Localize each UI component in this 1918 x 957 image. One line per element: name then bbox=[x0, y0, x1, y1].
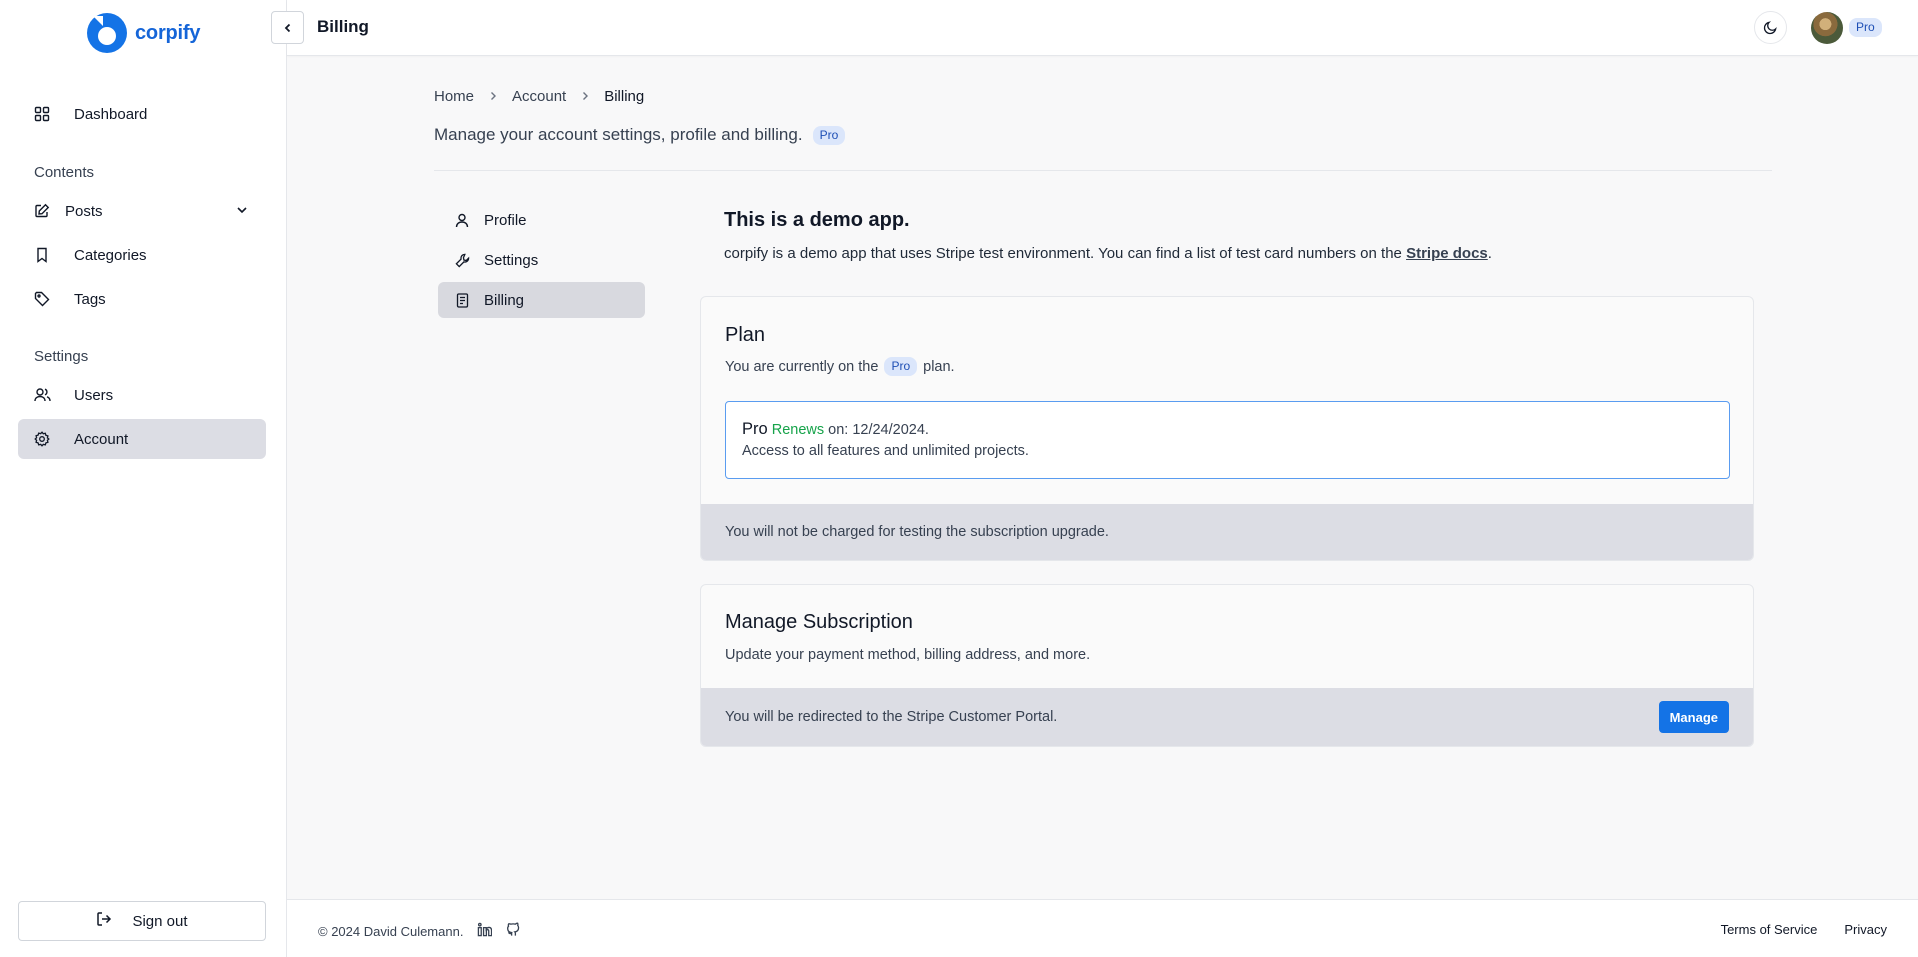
manage-subscription-card: Manage Subscription Update your payment … bbox=[700, 584, 1754, 747]
tab-label: Settings bbox=[484, 251, 539, 269]
chevron-down-icon[interactable] bbox=[235, 203, 249, 221]
tab-label: Billing bbox=[484, 291, 525, 309]
plan-badge: Pro bbox=[884, 357, 918, 376]
tab-profile[interactable]: Profile bbox=[438, 202, 645, 238]
theme-toggle-button[interactable] bbox=[1754, 11, 1787, 44]
plan-option-description: Access to all features and unlimited pro… bbox=[742, 443, 1029, 459]
plan-card-description: You are currently on the Pro plan. bbox=[725, 357, 955, 376]
demo-text-end: . bbox=[1487, 245, 1492, 262]
footer-links: Terms of Service Privacy bbox=[1721, 922, 1887, 937]
current-plan-option[interactable]: Pro Renews on: 12/24/2024. Access to all… bbox=[725, 401, 1730, 479]
users-icon bbox=[33, 386, 51, 404]
chevron-right-icon bbox=[580, 89, 590, 104]
grid-icon bbox=[33, 105, 51, 123]
demo-title: This is a demo app. bbox=[724, 209, 910, 231]
tab-settings[interactable]: Settings bbox=[438, 242, 645, 278]
plan-card-title: Plan bbox=[725, 324, 766, 346]
subtitle-text: Manage your account settings, profile an… bbox=[434, 125, 803, 144]
footer: © 2024 David Culemann. Terms of Service … bbox=[287, 899, 1918, 957]
plan-desc-after: plan. bbox=[923, 358, 955, 375]
demo-text: corpify is a demo app that uses Stripe t… bbox=[724, 245, 1492, 262]
page-title: Billing bbox=[317, 17, 369, 36]
gear-icon bbox=[33, 430, 51, 448]
plan-option-header: Pro Renews on: 12/24/2024. bbox=[742, 420, 1713, 439]
linkedin-icon[interactable] bbox=[477, 922, 493, 940]
sidebar-item-label: Posts bbox=[65, 202, 103, 220]
plan-badge: Pro bbox=[812, 125, 846, 145]
divider bbox=[434, 170, 1772, 171]
sidebar-item-users[interactable]: Users bbox=[18, 375, 266, 415]
copyright-text: © 2024 David Culemann. bbox=[318, 923, 464, 939]
sidebar: corpify Dashboard Contents Posts Categor… bbox=[0, 0, 287, 957]
avatar[interactable] bbox=[1811, 12, 1843, 44]
section-title-settings: Settings bbox=[34, 348, 89, 365]
wrench-icon bbox=[454, 252, 470, 268]
sign-out-label: Sign out bbox=[132, 912, 188, 930]
tag-icon bbox=[33, 290, 51, 308]
sidebar-item-label: Account bbox=[74, 430, 129, 448]
user-icon bbox=[454, 212, 470, 228]
plan-renew-date: on: 12/24/2024. bbox=[828, 422, 929, 438]
plan-footer-text: You will not be charged for testing the … bbox=[725, 524, 1109, 540]
corpify-logo-icon bbox=[87, 13, 127, 53]
breadcrumb-home[interactable]: Home bbox=[434, 88, 474, 105]
tab-label: Profile bbox=[484, 211, 527, 229]
subscription-card-description: Update your payment method, billing addr… bbox=[725, 647, 1091, 663]
subscription-card-footer: You will be redirected to the Stripe Cus… bbox=[701, 688, 1753, 746]
breadcrumb-current: Billing bbox=[604, 88, 645, 105]
section-title-contents: Contents bbox=[34, 164, 95, 181]
plan-renews-label: Renews bbox=[771, 422, 825, 438]
sidebar-item-dashboard[interactable]: Dashboard bbox=[18, 94, 266, 134]
receipt-icon bbox=[454, 292, 470, 308]
breadcrumb: Home Account Billing bbox=[434, 88, 644, 105]
sidebar-item-label: Users bbox=[74, 386, 114, 404]
brand-name: corpify bbox=[135, 21, 201, 44]
github-icon[interactable] bbox=[506, 922, 521, 940]
collapse-sidebar-button[interactable] bbox=[271, 11, 304, 44]
breadcrumb-account[interactable]: Account bbox=[512, 88, 566, 105]
sidebar-item-label: Dashboard bbox=[74, 105, 148, 123]
sidebar-item-tags[interactable]: Tags bbox=[18, 279, 266, 319]
chevron-right-icon bbox=[488, 89, 498, 104]
sidebar-item-label: Tags bbox=[74, 290, 106, 308]
sidebar-item-posts[interactable]: Posts bbox=[18, 191, 266, 231]
logout-icon bbox=[96, 911, 112, 931]
plan-card: Plan You are currently on the Pro plan. … bbox=[700, 296, 1754, 561]
stripe-docs-link[interactable]: Stripe docs bbox=[1406, 245, 1488, 262]
page-subtitle: Manage your account settings, profile an… bbox=[434, 125, 846, 145]
terms-link[interactable]: Terms of Service bbox=[1721, 922, 1818, 937]
manage-button[interactable]: Manage bbox=[1658, 701, 1729, 733]
privacy-link[interactable]: Privacy bbox=[1844, 922, 1887, 937]
bookmark-icon bbox=[33, 246, 51, 264]
plan-desc-before: You are currently on the bbox=[725, 358, 879, 375]
subscription-footer-text: You will be redirected to the Stripe Cus… bbox=[725, 709, 1058, 725]
tab-billing[interactable]: Billing bbox=[438, 282, 645, 318]
plan-badge: Pro bbox=[1849, 18, 1882, 37]
demo-text-body: corpify is a demo app that uses Stripe t… bbox=[724, 245, 1402, 262]
sidebar-item-categories[interactable]: Categories bbox=[18, 235, 266, 275]
logo[interactable]: corpify bbox=[86, 12, 200, 54]
sidebar-item-label: Categories bbox=[74, 246, 147, 264]
main-area: Billing Pro Home Account Billing Manage … bbox=[271, 0, 1918, 957]
edit-icon bbox=[33, 202, 51, 220]
topbar: Billing Pro bbox=[271, 0, 1918, 56]
plan-option-name: Pro bbox=[742, 420, 768, 438]
subscription-card-title: Manage Subscription bbox=[725, 611, 913, 633]
chevron-left-icon bbox=[284, 23, 290, 32]
sidebar-item-account[interactable]: Account bbox=[18, 419, 266, 459]
moon-icon bbox=[1763, 21, 1777, 35]
plan-card-footer: You will not be charged for testing the … bbox=[701, 504, 1753, 560]
footer-copyright: © 2024 David Culemann. bbox=[318, 922, 521, 940]
sign-out-button[interactable]: Sign out bbox=[18, 901, 266, 941]
